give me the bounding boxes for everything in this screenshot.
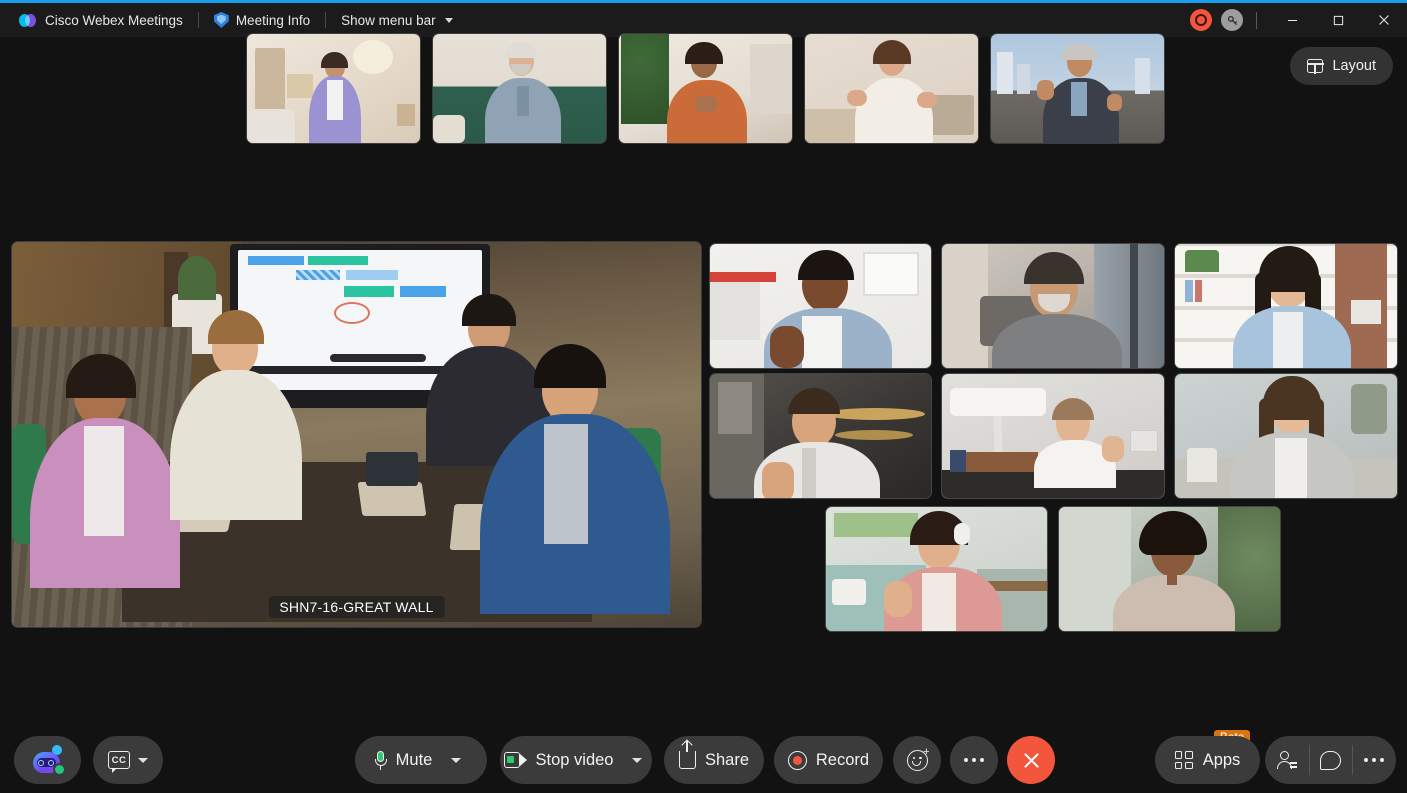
participant-tile-7[interactable] <box>825 506 1048 632</box>
leave-meeting-button[interactable] <box>1007 736 1055 784</box>
participants-icon <box>1276 750 1297 770</box>
recording-indicator-icon[interactable] <box>1190 9 1212 31</box>
ellipsis-icon <box>963 757 985 763</box>
apps-grid-icon <box>1174 751 1193 769</box>
closed-captions-button[interactable]: CC <box>93 736 163 784</box>
app-title-label: Cisco Webex Meetings <box>45 12 183 28</box>
shield-icon <box>213 12 229 28</box>
app-title: Cisco Webex Meetings <box>10 3 192 37</box>
participant-tile-4[interactable] <box>709 373 932 499</box>
share-button[interactable]: Share <box>664 736 764 784</box>
titlebar-divider <box>197 12 199 28</box>
ai-status-dot <box>52 763 66 776</box>
participant-tile-2[interactable] <box>941 243 1165 369</box>
participant-thumb-1[interactable] <box>246 33 421 144</box>
layout-grid-icon <box>1306 59 1325 74</box>
record-circle-icon <box>787 750 807 770</box>
key-icon[interactable] <box>1221 9 1243 31</box>
stop-video-label: Stop video <box>535 750 614 769</box>
mute-button-label: Mute <box>395 750 433 769</box>
chevron-down-icon <box>444 17 453 23</box>
participant-tile-3[interactable] <box>1174 243 1398 369</box>
camera-icon <box>503 752 527 768</box>
participant-thumb-5[interactable] <box>990 33 1165 144</box>
more-options-button[interactable] <box>950 736 998 784</box>
smiley-plus-icon: + <box>906 746 930 771</box>
webex-meeting-window: Cisco Webex Meetings Meeting Info Show m… <box>0 0 1407 793</box>
layout-button[interactable]: Layout <box>1290 47 1393 85</box>
participant-tile-1[interactable] <box>709 243 932 369</box>
ai-assistant-button[interactable] <box>14 736 81 784</box>
reactions-button[interactable]: + <box>893 736 941 784</box>
close-x-icon <box>1023 752 1039 768</box>
panel-more-button[interactable] <box>1352 736 1396 784</box>
participants-button[interactable] <box>1265 736 1309 784</box>
ellipsis-icon <box>1363 757 1385 763</box>
record-button[interactable]: Record <box>774 736 883 784</box>
chat-button[interactable] <box>1308 736 1353 784</box>
title-bar: Cisco Webex Meetings Meeting Info Show m… <box>0 3 1407 37</box>
panel-button-group <box>1265 736 1396 784</box>
cc-label: CC <box>111 754 127 766</box>
microphone-icon <box>374 750 387 770</box>
webex-logo-icon <box>19 13 38 28</box>
meeting-info-button[interactable]: Meeting Info <box>205 3 319 37</box>
window-controls-divider <box>1256 11 1257 29</box>
apps-button[interactable]: Apps <box>1155 736 1260 784</box>
main-stage-video[interactable]: SHN7-16-GREAT WALL <box>11 241 702 628</box>
meeting-toolbar: CC Mute Stop video Share Record + Apps <box>0 727 1407 793</box>
close-icon[interactable] <box>1361 3 1407 37</box>
stop-video-button[interactable]: Stop video <box>500 736 652 784</box>
participant-filmstrip <box>246 33 1165 144</box>
show-menu-bar-button[interactable]: Show menu bar <box>332 3 462 37</box>
meeting-info-label: Meeting Info <box>235 12 311 28</box>
chevron-down-icon <box>138 757 148 763</box>
participant-thumb-2[interactable] <box>432 33 607 144</box>
minimize-icon[interactable] <box>1269 3 1315 37</box>
participant-thumb-4[interactable] <box>804 33 979 144</box>
chevron-down-icon[interactable] <box>632 757 643 763</box>
participant-tile-8[interactable] <box>1058 506 1281 632</box>
share-upload-icon <box>678 741 696 769</box>
chat-bubble-icon <box>1320 750 1341 770</box>
main-stage-label: SHN7-16-GREAT WALL <box>268 596 445 618</box>
participant-thumb-3[interactable] <box>618 33 793 144</box>
chevron-down-icon[interactable] <box>451 757 462 763</box>
ai-assistant-icon <box>31 745 66 776</box>
show-menu-bar-label: Show menu bar <box>341 12 436 28</box>
closed-captions-icon: CC <box>108 751 130 773</box>
titlebar-divider-2 <box>325 12 327 28</box>
maximize-icon[interactable] <box>1315 3 1361 37</box>
participant-tile-6[interactable] <box>1174 373 1398 499</box>
layout-button-label: Layout <box>1332 58 1376 74</box>
apps-button-label: Apps <box>1202 750 1241 769</box>
mute-button[interactable]: Mute <box>355 736 487 784</box>
record-button-label: Record <box>815 750 870 769</box>
share-button-label: Share <box>704 750 750 769</box>
participant-tile-5[interactable] <box>941 373 1165 499</box>
